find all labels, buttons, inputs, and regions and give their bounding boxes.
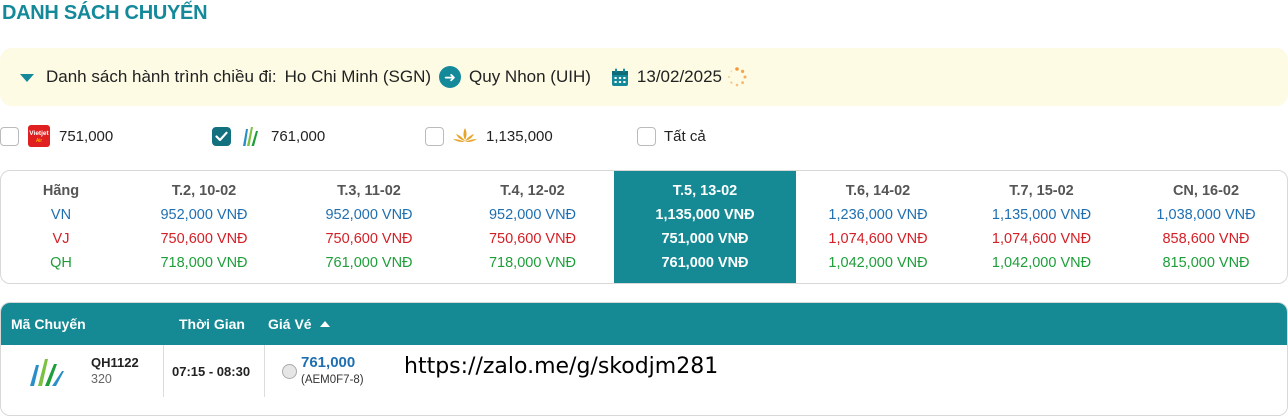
route-label: Danh sách hành trình chiều đi: xyxy=(46,67,277,86)
airline-filters: Vietjet Air 751,000 761,000 1,135,000 Tất… xyxy=(0,122,1288,150)
vn-price: 1,135,000 VNĐ xyxy=(991,207,1092,223)
bamboo-logo-icon xyxy=(27,355,65,392)
airline-code: VN xyxy=(50,207,72,223)
qh-price: 718,000 VNĐ xyxy=(160,255,248,271)
vn-price: 952,000 VNĐ xyxy=(488,207,577,223)
qh-price: 761,000 VNĐ xyxy=(325,255,413,271)
route-origin: Ho Chi Minh (SGN) xyxy=(284,67,432,86)
filter-checkbox[interactable] xyxy=(0,126,19,146)
flight-list-header: Mã Chuyến Thời Gian Giá Vé xyxy=(1,303,1287,345)
divider xyxy=(163,345,164,397)
aircraft-type: 320 xyxy=(91,372,112,386)
svg-text:Vietjet: Vietjet xyxy=(29,130,49,137)
qh-price: 718,000 VNĐ xyxy=(488,255,577,271)
day-column[interactable]: T.2, 10-02 952,000 VNĐ 750,600 VNĐ 718,0… xyxy=(121,171,287,283)
vn-price: 1,236,000 VNĐ xyxy=(828,207,928,223)
departure-date[interactable]: 13/02/2025 xyxy=(637,67,722,87)
filter-vietnam-airlines[interactable]: 1,135,000 xyxy=(425,122,553,150)
qh-price: 815,000 VNĐ xyxy=(1162,255,1250,271)
day-column[interactable]: CN, 16-02 1,038,000 VNĐ 858,600 VNĐ 815,… xyxy=(1123,171,1287,283)
filter-bamboo[interactable]: 761,000 xyxy=(212,122,325,150)
day-label: CN, 16-02 xyxy=(1172,183,1240,199)
route-bar[interactable]: Danh sách hành trình chiều đi: Ho Chi Mi… xyxy=(0,48,1288,106)
filter-price: 1,135,000 xyxy=(486,127,553,145)
filter-price: 751,000 xyxy=(59,127,114,145)
flight-code: QH1122 xyxy=(91,355,139,370)
fare-price[interactable]: 761,000 xyxy=(301,354,355,371)
select-fare-radio[interactable] xyxy=(282,364,297,379)
airline-code: QH xyxy=(50,255,72,271)
loading-spinner-icon xyxy=(726,66,748,88)
airline-column: Hãng VN VJ QH xyxy=(1,171,121,283)
caret-down-icon[interactable] xyxy=(20,74,34,82)
flight-row[interactable]: QH1122 320 07:15 - 08:30 761,000 (AEM0F7… xyxy=(1,345,1287,397)
day-column-selected[interactable]: T.5, 13-02 1,135,000 VNĐ 751,000 VNĐ 761… xyxy=(614,171,796,283)
filter-vietjet[interactable]: Vietjet Air 751,000 xyxy=(0,122,113,150)
filter-all-label: Tất cả xyxy=(664,127,706,145)
filter-checkbox[interactable] xyxy=(637,126,656,146)
airline-code: VJ xyxy=(52,231,70,247)
col-time: Thời Gian xyxy=(179,316,245,332)
vj-price: 750,600 VNĐ xyxy=(488,231,577,247)
svg-text:Air: Air xyxy=(36,138,42,144)
day-label: T.5, 13-02 xyxy=(672,183,738,199)
flight-list: Mã Chuyến Thời Gian Giá Vé QH1122 320 07… xyxy=(0,302,1288,416)
vj-price: 1,074,600 VNĐ xyxy=(828,231,928,247)
day-label: T.3, 11-02 xyxy=(337,183,401,199)
vietnam-airlines-logo-icon xyxy=(452,124,478,148)
arrow-right-icon: ➜ xyxy=(439,66,462,88)
col-price-label: Giá Vé xyxy=(268,316,312,332)
vn-price: 1,038,000 VNĐ xyxy=(1156,207,1256,223)
vj-price: 750,600 VNĐ xyxy=(160,231,248,247)
airline-header: Hãng xyxy=(42,183,80,199)
qh-price: 1,042,000 VNĐ xyxy=(991,255,1092,271)
day-label: T.6, 14-02 xyxy=(845,183,911,199)
vj-price: 751,000 VNĐ xyxy=(661,231,749,247)
checkmark-icon xyxy=(215,131,228,141)
fare-class: (AEM0F7-8) xyxy=(301,374,364,386)
day-label: T.2, 10-02 xyxy=(171,183,237,199)
overlay-url-text: https://zalo.me/g/skodjm281 xyxy=(404,354,719,379)
day-column[interactable]: T.7, 15-02 1,135,000 VNĐ 1,074,600 VNĐ 1… xyxy=(960,171,1123,283)
vj-price: 1,074,600 VNĐ xyxy=(991,231,1092,247)
col-price-sort[interactable]: Giá Vé xyxy=(268,316,330,332)
filter-checkbox[interactable] xyxy=(212,126,231,146)
filter-all[interactable]: Tất cả xyxy=(637,122,706,150)
page-title: DANH SÁCH CHUYẾN xyxy=(2,2,208,24)
qh-price: 761,000 VNĐ xyxy=(661,255,749,271)
qh-price: 1,042,000 VNĐ xyxy=(828,255,928,271)
vn-price: 1,135,000 VNĐ xyxy=(655,207,755,223)
route-destination: Quy Nhon (UIH) xyxy=(469,67,591,86)
divider xyxy=(264,345,265,397)
day-column[interactable]: T.6, 14-02 1,236,000 VNĐ 1,074,600 VNĐ 1… xyxy=(796,171,960,283)
day-column[interactable]: T.4, 12-02 952,000 VNĐ 750,600 VNĐ 718,0… xyxy=(451,171,614,283)
bamboo-logo-icon xyxy=(239,124,263,148)
calendar-icon xyxy=(611,68,629,87)
col-flight-code: Mã Chuyến xyxy=(11,316,86,332)
flight-time: 07:15 - 08:30 xyxy=(172,364,251,379)
price-calendar: Hãng VN VJ QH T.2, 10-02 952,000 VNĐ 750… xyxy=(0,170,1288,284)
day-label: T.4, 12-02 xyxy=(500,183,565,199)
day-column[interactable]: T.3, 11-02 952,000 VNĐ 750,600 VNĐ 761,0… xyxy=(287,171,451,283)
vn-price: 952,000 VNĐ xyxy=(325,207,413,223)
vj-price: 750,600 VNĐ xyxy=(325,231,413,247)
sort-ascending-icon[interactable] xyxy=(319,321,330,327)
filter-price: 761,000 xyxy=(271,127,326,145)
vn-price: 952,000 VNĐ xyxy=(160,207,248,223)
vietjet-logo-icon: Vietjet Air xyxy=(27,124,51,148)
filter-checkbox[interactable] xyxy=(425,126,444,146)
day-label: T.7, 15-02 xyxy=(1009,183,1074,199)
vj-price: 858,600 VNĐ xyxy=(1162,231,1250,247)
